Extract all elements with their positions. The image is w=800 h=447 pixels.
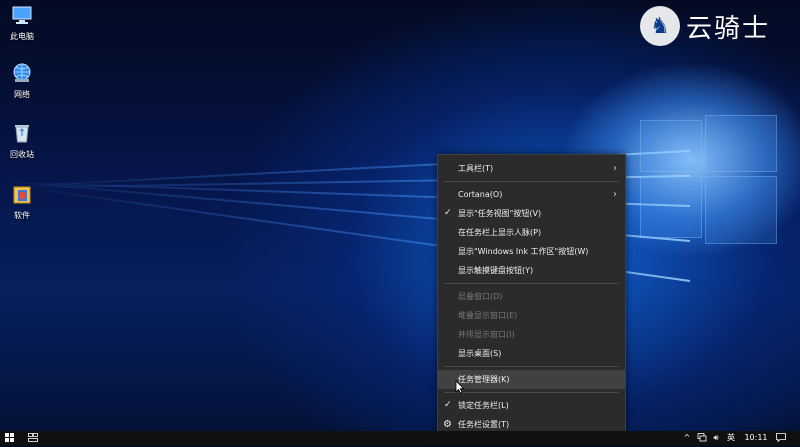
taskbar-context-menu: 工具栏(T) › Cortana(O) › ✓ 显示"任务视图"按钮(V) 在任…	[437, 154, 626, 441]
desktop-icon-label: 软件	[14, 211, 30, 220]
network-icon	[697, 433, 707, 442]
tray-network-icon[interactable]	[696, 431, 708, 445]
menu-item-show-touch-keyboard-button[interactable]: 显示触摸键盘按钮(Y)	[438, 261, 625, 280]
mouse-cursor-icon	[455, 380, 465, 394]
checkmark-icon: ✓	[444, 208, 452, 218]
network-icon	[13, 63, 31, 82]
menu-item-label: 任务栏设置(T)	[458, 420, 510, 429]
menu-item-task-manager[interactable]: 任务管理器(K)	[438, 370, 625, 389]
desktop-icon-label: 网络	[14, 90, 30, 99]
chevron-right-icon: ›	[613, 189, 617, 200]
windows-logo-icon	[4, 433, 14, 442]
menu-item-show-desktop[interactable]: 显示桌面(S)	[438, 344, 625, 363]
knight-logo-icon: ♞	[640, 6, 680, 46]
task-view-icon	[28, 433, 38, 442]
action-center-button[interactable]	[774, 431, 788, 445]
menu-item-label: 层叠窗口(D)	[458, 292, 503, 301]
menu-item-stack-windows: 堆叠显示窗口(E)	[438, 306, 625, 325]
menu-item-label: 锁定任务栏(L)	[458, 401, 509, 410]
menu-separator	[444, 366, 619, 367]
taskbar[interactable]: ^ 🔊︎ 英 10:11	[0, 431, 800, 445]
desktop-icon-software[interactable]: 软件	[2, 183, 42, 221]
tray-volume-icon[interactable]: 🔊︎	[710, 431, 722, 445]
menu-separator	[444, 181, 619, 182]
menu-item-label: 显示触摸键盘按钮(Y)	[458, 266, 534, 275]
desktop-icon-label: 此电脑	[10, 32, 34, 41]
menu-separator	[444, 283, 619, 284]
tray-chevron-up-icon[interactable]: ^	[682, 431, 692, 445]
notification-icon	[776, 433, 786, 443]
menu-item-label: 显示桌面(S)	[458, 349, 502, 358]
menu-item-label: 堆叠显示窗口(E)	[458, 311, 518, 320]
folder-icon	[13, 186, 31, 204]
wallpaper-window-pane	[640, 176, 702, 238]
ime-indicator[interactable]: 英	[724, 431, 738, 445]
menu-item-label: 显示"Windows Ink 工作区"按钮(W)	[458, 247, 589, 256]
menu-item-cortana[interactable]: Cortana(O) ›	[438, 185, 625, 204]
clock[interactable]: 10:11	[742, 431, 770, 445]
menu-item-lock-taskbar[interactable]: ✓ 锁定任务栏(L)	[438, 396, 625, 415]
menu-item-label: 显示"任务视图"按钮(V)	[458, 209, 542, 218]
wallpaper-window-pane	[705, 115, 777, 172]
desktop-icon-recycle-bin[interactable]: 回收站	[2, 122, 42, 160]
menu-item-cascade-windows: 层叠窗口(D)	[438, 287, 625, 306]
wallpaper-window-pane	[640, 120, 702, 172]
menu-item-label: 工具栏(T)	[458, 164, 494, 173]
menu-item-toolbars[interactable]: 工具栏(T) ›	[438, 159, 625, 178]
menu-item-label: 在任务栏上显示人脉(P)	[458, 228, 542, 237]
menu-item-show-task-view-button[interactable]: ✓ 显示"任务视图"按钮(V)	[438, 204, 625, 223]
start-button[interactable]	[2, 431, 16, 445]
desktop-icon-label: 回收站	[10, 150, 34, 159]
task-view-button[interactable]	[26, 431, 40, 445]
recycle-bin-icon	[15, 125, 29, 143]
watermark-logo: ♞ 云骑士	[640, 2, 790, 50]
menu-item-side-by-side-windows: 并排显示窗口(I)	[438, 325, 625, 344]
logo-text: 云骑士	[686, 13, 771, 44]
checkmark-icon: ✓	[444, 400, 452, 410]
chevron-right-icon: ›	[613, 163, 617, 174]
desktop-icon-network[interactable]: 网络	[2, 62, 42, 100]
computer-icon	[12, 6, 32, 24]
wallpaper-window-pane	[705, 176, 777, 244]
menu-item-label: 并排显示窗口(I)	[458, 330, 515, 339]
menu-separator	[444, 392, 619, 393]
menu-item-show-windows-ink-button[interactable]: 显示"Windows Ink 工作区"按钮(W)	[438, 242, 625, 261]
menu-item-label: Cortana(O)	[458, 190, 503, 199]
menu-item-show-people[interactable]: 在任务栏上显示人脉(P)	[438, 223, 625, 242]
desktop-icon-this-pc[interactable]: 此电脑	[2, 4, 42, 42]
menu-item-label: 任务管理器(K)	[458, 375, 510, 384]
